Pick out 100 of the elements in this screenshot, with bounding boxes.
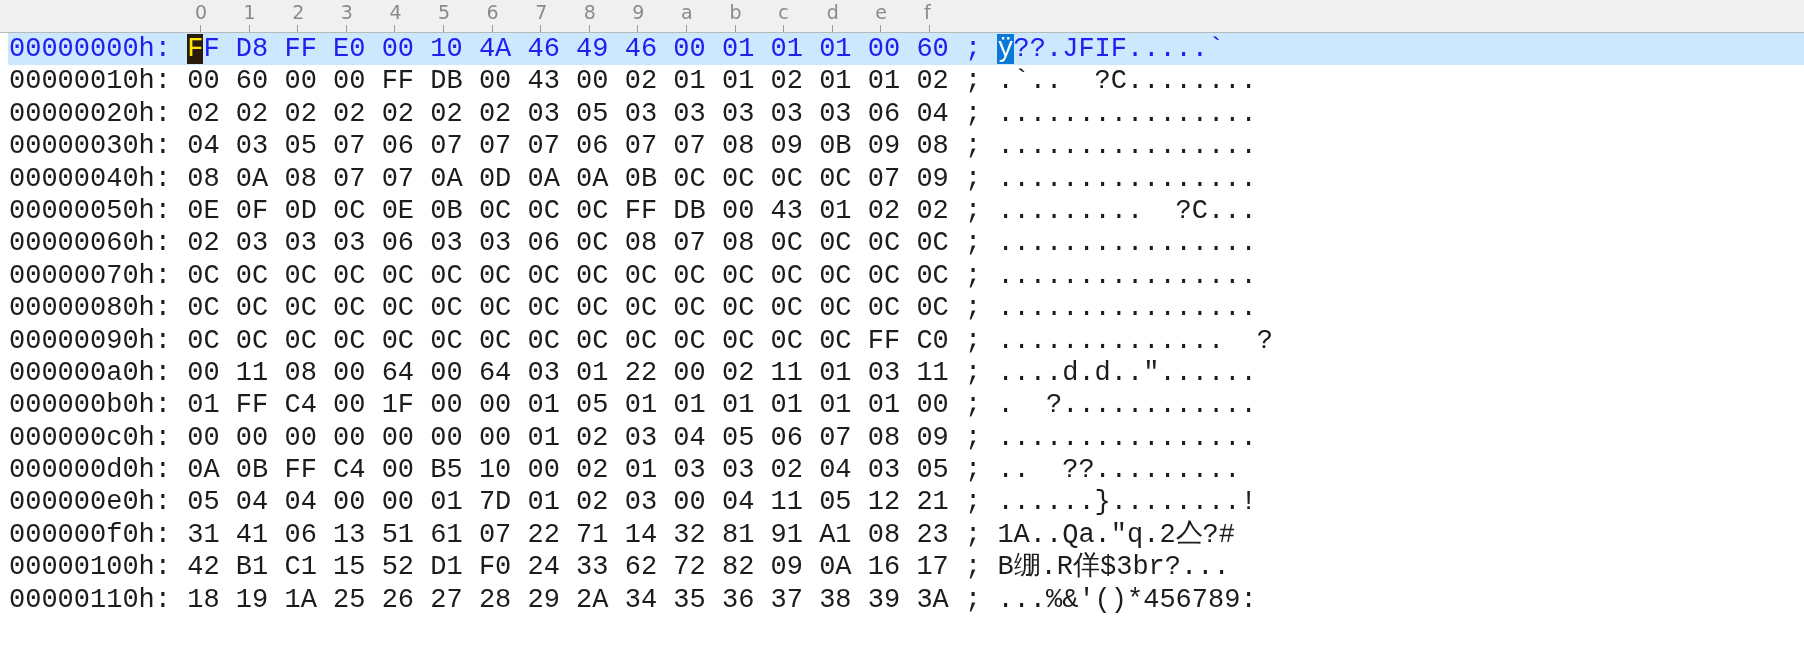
hex-byte: 00	[381, 422, 415, 453]
hex-byte: 11	[916, 357, 949, 388]
offset-label: 00000060h:	[9, 228, 172, 259]
hex-byte: 05	[576, 98, 609, 129]
hex-byte: 02	[916, 66, 949, 97]
hex-byte: 43	[527, 66, 560, 97]
hex-byte: 07	[624, 131, 658, 162]
hex-row[interactable]: 00000110h: 18 19 1A 25 26 27 28 29 2A 34 35 36 37 38 39 3A ; ...%&'()*456789:	[8, 583, 1804, 617]
separator-mark: ;	[965, 195, 982, 226]
ascii-text: ÿ??.JFIF.....`	[997, 34, 1225, 64]
offset-label: 00000040h:	[9, 163, 172, 194]
hex-byte: 02	[284, 98, 317, 129]
hex-byte: 25	[333, 584, 366, 615]
hex-byte: 0C	[770, 293, 803, 324]
hex-row[interactable]: 00000020h: 02 02 02 02 02 02 02 03 05 03 03 03 03 03 06 04 ; ................	[8, 97, 1804, 131]
hex-byte: 01	[819, 34, 852, 64]
hex-row[interactable]: 00000100h: 42 B1 C1 15 52 D1 F0 24 33 62 72 82 09 0A 16 17 ; B绷.R佯$3br?...	[8, 551, 1804, 584]
hex-byte: 09	[867, 131, 901, 162]
hex-byte: 00	[333, 390, 366, 421]
hex-byte: 42	[187, 552, 220, 583]
hex-row[interactable]: 00000010h: 00 60 00 00 FF DB 00 43 00 02 01 01 02 01 01 02 ; .`.. ?C........	[8, 65, 1804, 98]
ascii-text: ................	[997, 422, 1257, 453]
hex-byte: 00	[187, 357, 220, 388]
ascii-text: ......}........!	[997, 487, 1257, 518]
hex-byte: 91	[770, 519, 803, 550]
hex-byte: 61	[430, 519, 463, 550]
offset-label: 000000c0h:	[9, 422, 172, 453]
column-number: 1	[243, 0, 256, 24]
hex-byte: 05	[819, 487, 852, 518]
hex-byte: FF	[235, 390, 269, 421]
hex-byte: 0C	[235, 260, 269, 291]
hex-byte: 02	[916, 195, 949, 226]
hex-byte: 0C	[430, 293, 463, 324]
hex-row[interactable]: 00000040h: 08 0A 08 07 07 0A 0D 0A 0A 0B 0C 0C 0C 0C 07 09 ; ................	[8, 162, 1804, 195]
hex-byte: 01	[527, 390, 560, 421]
hex-byte: 0C	[721, 293, 755, 324]
ascii-text: ................	[997, 163, 1257, 194]
hex-byte: 0C	[819, 163, 852, 194]
hex-byte: 08	[187, 163, 220, 194]
hex-row[interactable]: 00000050h: 0E 0F 0D 0C 0E 0B 0C 0C 0C FF DB 00 43 01 02 02 ; ......... ?C...	[8, 194, 1804, 228]
hex-byte: 28	[478, 584, 512, 615]
hex-byte: 0C	[333, 195, 366, 226]
hex-byte: 03	[770, 98, 803, 129]
hex-byte: 04	[187, 131, 220, 162]
hex-byte: 0C	[770, 325, 803, 356]
hex-byte: 07	[430, 131, 463, 162]
hex-byte: 07	[333, 163, 366, 194]
hex-byte: 0C	[721, 163, 755, 194]
hex-byte: 0C	[576, 228, 609, 259]
hex-byte: 0A	[527, 163, 560, 194]
hex-byte: 36	[721, 584, 755, 615]
hex-byte: 60	[235, 66, 269, 97]
hex-row[interactable]: 000000e0h: 05 04 04 00 00 01 7D 01 02 03 00 04 11 05 12 21 ; ......}........!	[8, 486, 1804, 519]
hex-byte: 0C	[673, 325, 706, 356]
hex-byte: 00	[430, 422, 463, 453]
hex-byte: 15	[333, 552, 366, 583]
hex-byte: 04	[916, 98, 949, 129]
column-number: 7	[535, 0, 548, 24]
hex-byte: 0A	[187, 455, 220, 486]
hex-row[interactable]: 00000030h: 04 03 05 07 06 07 07 07 06 07 07 08 09 0B 09 08 ; ................	[8, 130, 1804, 163]
hex-row[interactable]: 00000070h: 0C 0C 0C 0C 0C 0C 0C 0C 0C 0C 0C 0C 0C 0C 0C 0C ; ................	[8, 259, 1804, 293]
offset-label: 00000080h:	[9, 293, 172, 324]
hex-byte: DB	[673, 195, 706, 226]
hex-byte: 0C	[916, 228, 949, 259]
hex-byte: 81	[721, 519, 755, 550]
separator-mark: ;	[965, 390, 982, 421]
hex-row[interactable]: 000000f0h: 31 41 06 13 51 61 07 22 71 14 32 81 91 A1 08 23 ; 1A..Qa."q.2亼?#	[8, 518, 1804, 552]
column-number: b	[729, 0, 742, 24]
hex-row[interactable]: 00000090h: 0C 0C 0C 0C 0C 0C 0C 0C 0C 0C 0C 0C 0C 0C FF C0 ; .............. ?	[8, 324, 1804, 357]
hex-row[interactable]: 000000b0h: 01 FF C4 00 1F 00 00 01 05 01 01 01 01 01 01 00 ; . ?............	[8, 389, 1804, 422]
hex-row[interactable]: 000000a0h: 00 11 08 00 64 00 64 03 01 22 00 02 11 01 03 11 ; ....d.d.."......	[8, 356, 1804, 390]
hex-row[interactable]: 000000c0h: 00 00 00 00 00 00 00 01 02 03 04 05 06 07 08 09 ; ................	[8, 421, 1804, 455]
hex-byte: 01	[527, 422, 560, 453]
hex-byte: 0C	[333, 293, 366, 324]
hex-row[interactable]: 00000060h: 02 03 03 03 06 03 03 06 0C 08 07 08 0C 0C 0C 0C ; ................	[8, 227, 1804, 260]
hex-byte: 02	[576, 422, 609, 453]
hex-byte: 0C	[624, 260, 658, 291]
hex-byte: B5	[430, 455, 463, 486]
hex-byte: 0C	[819, 293, 852, 324]
offset-label: 00000030h:	[9, 131, 172, 162]
hex-byte: 07	[333, 131, 366, 162]
hex-byte: 00	[333, 487, 366, 518]
hex-byte: 08	[284, 357, 317, 388]
hex-byte: 00	[187, 422, 220, 453]
hex-row[interactable]: 00000000h: FF D8 FF E0 00 10 4A 46 49 46 00 01 01 01 00 60 ; ÿ??.JFIF.....`	[8, 33, 1804, 66]
hex-byte: 60	[916, 34, 949, 64]
hex-byte: 00	[381, 455, 415, 486]
offset-label: 000000f0h:	[9, 519, 172, 550]
hex-byte: 03	[284, 228, 317, 259]
hex-byte: 0C	[527, 195, 560, 226]
hex-byte: 02	[381, 98, 415, 129]
hex-byte: 07	[673, 228, 706, 259]
hex-row[interactable]: 000000d0h: 0A 0B FF C4 00 B5 10 00 02 01 03 03 02 04 03 05 ; .. ??.........	[8, 454, 1804, 487]
hex-byte: 39	[867, 584, 901, 615]
hex-byte: 02	[478, 98, 512, 129]
hex-byte: 72	[673, 552, 706, 583]
offset-label: 000000b0h:	[9, 390, 172, 421]
hex-row[interactable]: 00000080h: 0C 0C 0C 0C 0C 0C 0C 0C 0C 0C 0C 0C 0C 0C 0C 0C ; ................	[8, 292, 1804, 325]
hex-byte: A1	[819, 519, 852, 550]
offset-label: 00000010h:	[9, 66, 172, 97]
